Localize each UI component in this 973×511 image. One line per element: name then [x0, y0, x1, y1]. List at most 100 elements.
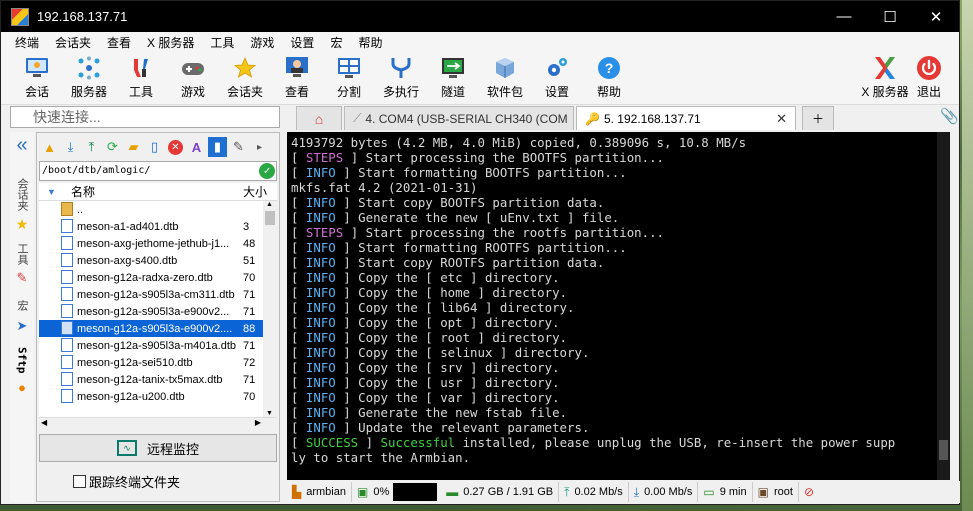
file-row[interactable]: meson-g12a-sei510.dtb 72 — [39, 354, 277, 371]
toolbar-button-10[interactable]: 设置 — [531, 52, 583, 100]
toolbar-button-7[interactable]: 多执行 — [375, 52, 427, 100]
attach-icon[interactable]: 📎 — [940, 107, 959, 125]
strip-sftp[interactable]: Sftp — [10, 342, 34, 378]
maximize-button[interactable]: ☐ — [867, 1, 913, 32]
file-row[interactable]: meson-g12a-s905l3a-cm311.dtb 71 — [39, 286, 277, 303]
file-name: meson-a1-ad401.dtb — [77, 220, 179, 233]
menu-item-8[interactable]: 帮助 — [350, 34, 390, 51]
delete-icon[interactable]: ✕ — [166, 137, 185, 157]
file-row[interactable]: meson-g12a-s905l3a-e900v2.... 88 — [39, 320, 277, 337]
file-row[interactable]: meson-axg-jethome-jethub-j1... 48 — [39, 235, 277, 252]
new-file-icon[interactable]: ▯ — [145, 137, 164, 157]
terminal-text: [ — [291, 390, 306, 405]
refresh-icon[interactable]: ⟳ — [103, 137, 122, 157]
menu-item-6[interactable]: 设置 — [282, 34, 322, 51]
toolbar-button-3[interactable]: 游戏 — [167, 52, 219, 100]
terminal-scroll-thumb[interactable] — [939, 440, 948, 460]
check-icon[interactable]: ✓ — [259, 163, 275, 179]
toolbar-label-9: 软件包 — [486, 85, 523, 99]
new-folder-icon[interactable]: ▰ — [124, 137, 143, 157]
menu-item-3[interactable]: X 服务器 — [139, 34, 202, 51]
column-size-header[interactable]: 大小 — [243, 183, 267, 200]
home-tab[interactable]: ⌂ — [296, 106, 342, 130]
uptime-icon: ▭ — [703, 485, 715, 499]
tab-com4[interactable]: ⟋ 4. COM4 (USB-SERIAL CH340 (COM — [344, 106, 574, 130]
scroll-up-arrow[interactable]: ▲ — [266, 201, 273, 208]
file-list-scrollbar[interactable]: ▲ ▼ — [263, 201, 277, 417]
cpu-graph — [393, 483, 438, 501]
toolbar-button-9[interactable]: 软件包 — [479, 52, 531, 100]
parent-folder-icon[interactable]: ▲ — [40, 137, 59, 157]
title-bar[interactable]: 192.168.137.71 — ☐ ✕ — [1, 1, 959, 32]
terminal-scrollbar[interactable] — [937, 132, 950, 480]
more-icon[interactable]: ▸ — [250, 137, 269, 157]
terminal-follow-icon[interactable]: ▮ — [208, 137, 227, 157]
sftp-path-input[interactable]: /boot/dtb/amlogic/ ✓ — [39, 161, 277, 181]
toolbar-button-2[interactable]: 工具 — [115, 52, 167, 100]
collapse-panel-icon[interactable]: « — [10, 132, 34, 158]
minimize-button[interactable]: — — [821, 1, 867, 32]
menu-item-2[interactable]: 查看 — [99, 34, 139, 51]
status-disconnect[interactable]: ⊘ — [799, 482, 824, 502]
file-row[interactable]: meson-a1-ad401.dtb 3 — [39, 218, 277, 235]
toolbar-button-8[interactable]: 隧道 — [427, 52, 479, 100]
quick-connect-input[interactable]: 快速连接... — [10, 106, 280, 128]
monitor-icon — [24, 55, 50, 81]
file-row[interactable]: meson-g12a-s905l3a-m401a.dtb 71 — [39, 337, 277, 354]
terminal-text: [ — [291, 420, 306, 435]
menu-item-5[interactable]: 游戏 — [242, 34, 282, 51]
new-tab-button[interactable]: ＋ — [802, 106, 834, 130]
scroll-down-arrow[interactable]: ▼ — [266, 410, 273, 417]
file-list-hscrollbar[interactable]: ◀ ▶ — [39, 417, 277, 430]
toolbar-button-6[interactable]: 分割 — [323, 52, 375, 100]
status-host-text: armbian — [306, 486, 346, 498]
track-checkbox[interactable] — [73, 475, 86, 488]
download-icon[interactable]: ⤓ — [61, 137, 80, 157]
toolbar-button-4[interactable]: 会话夹 — [219, 52, 271, 100]
file-row[interactable]: meson-g12a-tanix-tx5max.dtb 71 — [39, 371, 277, 388]
terminal-text: ] Copy the [ selinux ] directory. — [335, 345, 590, 360]
linux-icon: ▙ — [292, 485, 302, 499]
terminal-text: ] Update the relevant parameters. — [335, 420, 590, 435]
file-row[interactable]: .. — [39, 201, 277, 218]
file-name: .. — [77, 203, 84, 216]
terminal-text: ] Copy the [ var ] directory. — [335, 390, 560, 405]
terminal-line: [ INFO ] Copy the [ var ] directory. — [291, 390, 950, 405]
exit-button[interactable]: 退出 — [913, 52, 945, 100]
menu-item-7[interactable]: 宏 — [322, 34, 350, 51]
track-terminal-folder[interactable]: 跟踪终端文件夹 — [73, 472, 279, 491]
file-row[interactable]: meson-g12a-u200.dtb 70 — [39, 388, 277, 405]
file-icon — [61, 321, 73, 335]
file-row[interactable]: meson-g12a-s905l3a-e900v2... 71 — [39, 303, 277, 320]
menu-item-1[interactable]: 会话夹 — [47, 34, 99, 51]
terminal-line: [ INFO ] Copy the [ selinux ] directory. — [291, 345, 950, 360]
toolbar-button-0[interactable]: 会话 — [11, 52, 63, 100]
scroll-right-arrow[interactable]: ▶ — [255, 418, 261, 427]
terminal-line: [ STEPS ] Start processing the BOOTFS pa… — [291, 150, 950, 165]
file-scroll-thumb[interactable] — [265, 211, 275, 225]
remote-monitor-button[interactable]: ∿ 远程监控 — [39, 434, 277, 462]
tab-close-icon[interactable]: ✕ — [776, 111, 787, 127]
toolbar-label-4: 会话夹 — [226, 85, 263, 99]
menu-item-0[interactable]: 终端 — [7, 34, 47, 51]
tab-ssh[interactable]: 🔑 5. 192.168.137.71 ✕ — [576, 106, 796, 130]
scroll-left-arrow[interactable]: ◀ — [41, 418, 47, 427]
menu-item-4[interactable]: 工具 — [202, 34, 242, 51]
file-row[interactable]: meson-axg-s400.dtb 51 — [39, 252, 277, 269]
rename-icon[interactable]: A — [187, 137, 206, 157]
file-row[interactable]: meson-g12a-radxa-zero.dtb 70 — [39, 269, 277, 286]
column-name-header[interactable]: 名称 — [71, 183, 95, 200]
strip-sessions[interactable]: 会话夹 — [10, 174, 34, 214]
upload-icon[interactable]: ⤒ — [82, 137, 101, 157]
toolbar-button-5[interactable]: 查看 — [271, 52, 323, 100]
status-cpu-text: 0% — [373, 486, 390, 498]
permissions-icon[interactable]: ✎ — [229, 137, 248, 157]
close-button[interactable]: ✕ — [913, 1, 959, 32]
toolbar-button-1[interactable]: 服务器 — [63, 52, 115, 100]
strip-macros[interactable]: 宏 — [10, 294, 34, 316]
strip-tools[interactable]: 工具 — [10, 240, 34, 268]
terminal-output[interactable]: 4193792 bytes (4.2 MB, 4.0 MiB) copied, … — [287, 132, 950, 480]
xserver-button[interactable]: X 服务器 — [859, 52, 911, 100]
toolbar-button-11[interactable]: ? 帮助 — [583, 52, 635, 100]
sort-arrow-icon[interactable]: ▼ — [47, 187, 56, 197]
